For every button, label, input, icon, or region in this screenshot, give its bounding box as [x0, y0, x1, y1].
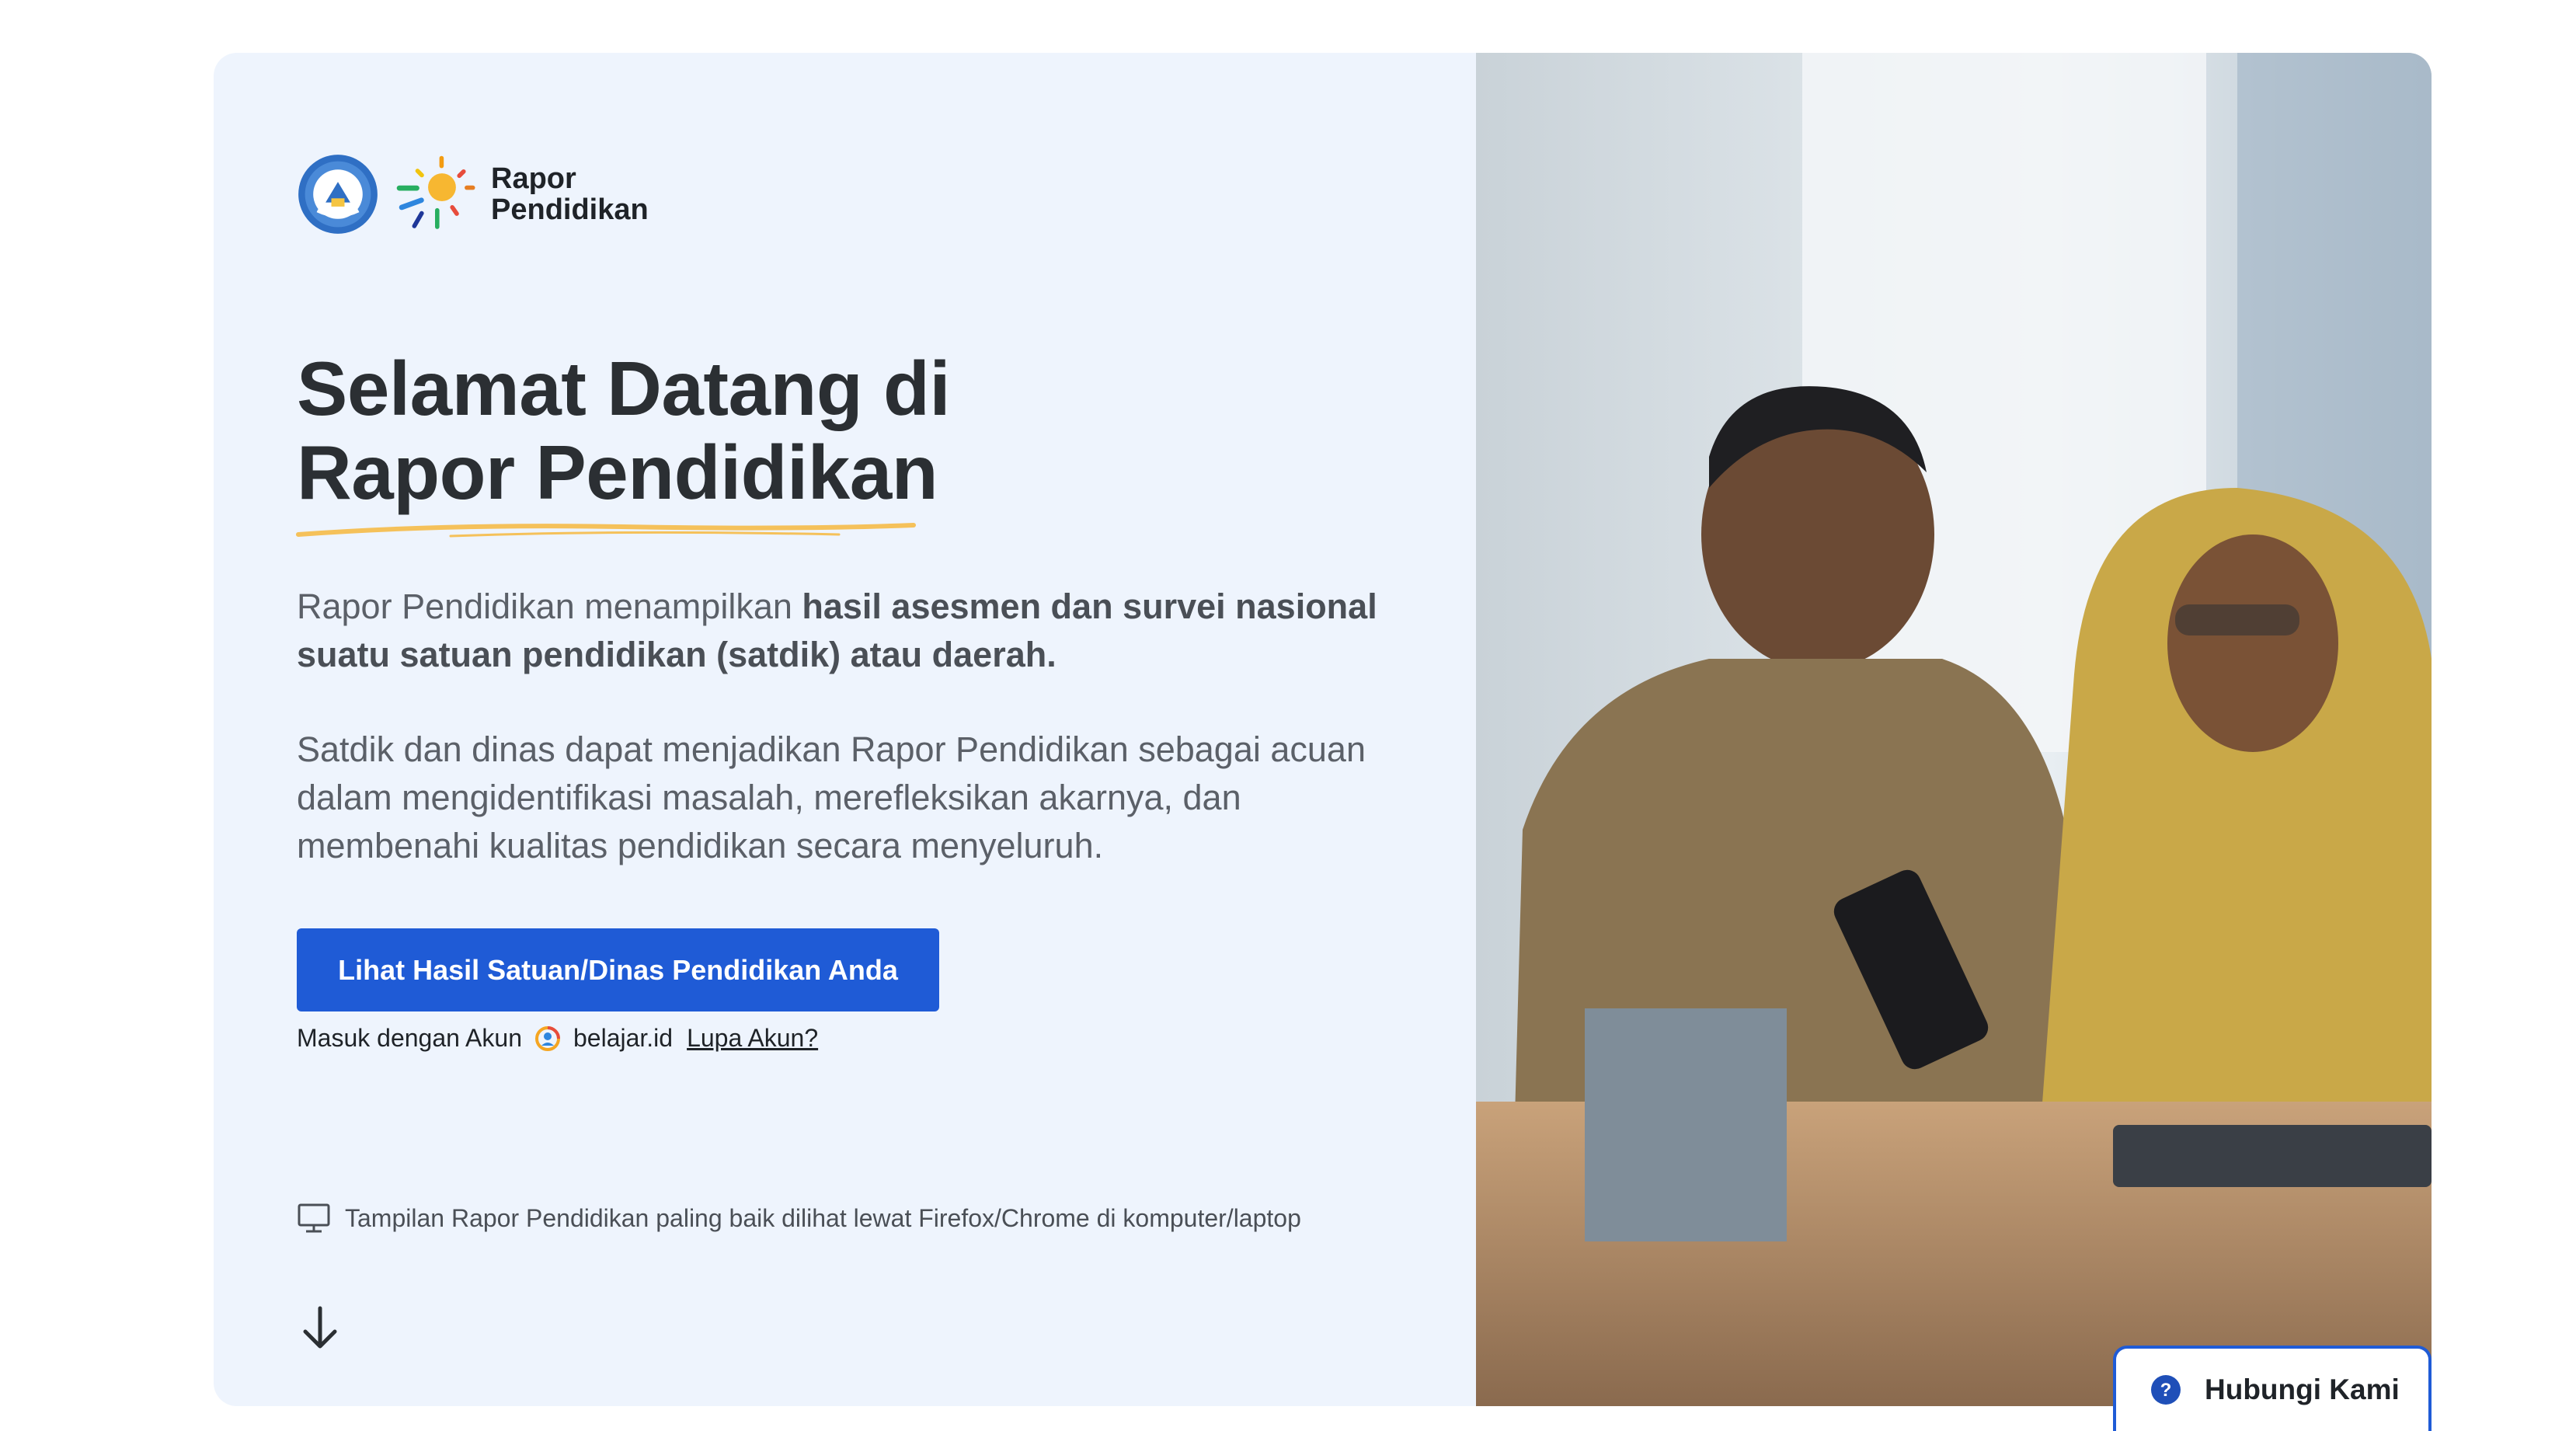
logo-group: Rapor Pendidikan [297, 151, 649, 238]
description-summary: Rapor Pendidikan menampilkan hasil asesm… [297, 583, 1400, 679]
hero-image [1476, 53, 2432, 1406]
contact-us-label: Hubungi Kami [2205, 1374, 2400, 1405]
monitor-icon [298, 1203, 330, 1233]
rapor-pendidikan-logo-icon [396, 155, 475, 229]
svg-text:?: ? [2160, 1380, 2172, 1401]
brand-line-2: Pendidikan [491, 193, 649, 226]
title-line-2: Rapor Pendidikan [297, 430, 938, 515]
page-title: Selamat Datang di Rapor Pendidikan [297, 346, 951, 515]
view-results-button[interactable]: Lihat Hasil Satuan/Dinas Pendidikan Anda [297, 928, 939, 1011]
arrow-down-icon[interactable] [299, 1304, 341, 1352]
description-intro: Rapor Pendidikan menampilkan [297, 587, 802, 626]
brand-line-1: Rapor [491, 162, 576, 195]
hero-card: Rapor Pendidikan Selamat Datang di Rapor… [214, 53, 2432, 1406]
browser-tip: Tampilan Rapor Pendidikan paling baik di… [297, 1203, 1301, 1234]
brand-name: Rapor Pendidikan [491, 163, 649, 225]
login-account-name: belajar.id [573, 1024, 674, 1052]
title-underline-decoration [296, 523, 916, 538]
kemdikbud-logo-icon [298, 155, 378, 234]
description-detail: Satdik dan dinas dapat menjadikan Rapor … [297, 729, 1366, 865]
forgot-account-link[interactable]: Lupa Akun? [687, 1024, 818, 1053]
belajar-id-icon [534, 1025, 560, 1051]
hero-photo [1476, 53, 2432, 1406]
login-prefix: Masuk dengan Akun [297, 1024, 522, 1052]
contact-us-button[interactable]: ? Hubungi Kami [2113, 1346, 2432, 1431]
title-line-1: Selamat Datang di [297, 346, 951, 431]
help-circle-icon: ? [2151, 1375, 2181, 1405]
hero-content: Rapor Pendidikan Selamat Datang di Rapor… [214, 53, 1476, 1406]
browser-tip-text: Tampilan Rapor Pendidikan paling baik di… [345, 1203, 1301, 1232]
login-info: Masuk dengan Akun belajar.id Lupa Akun? [297, 1024, 818, 1053]
